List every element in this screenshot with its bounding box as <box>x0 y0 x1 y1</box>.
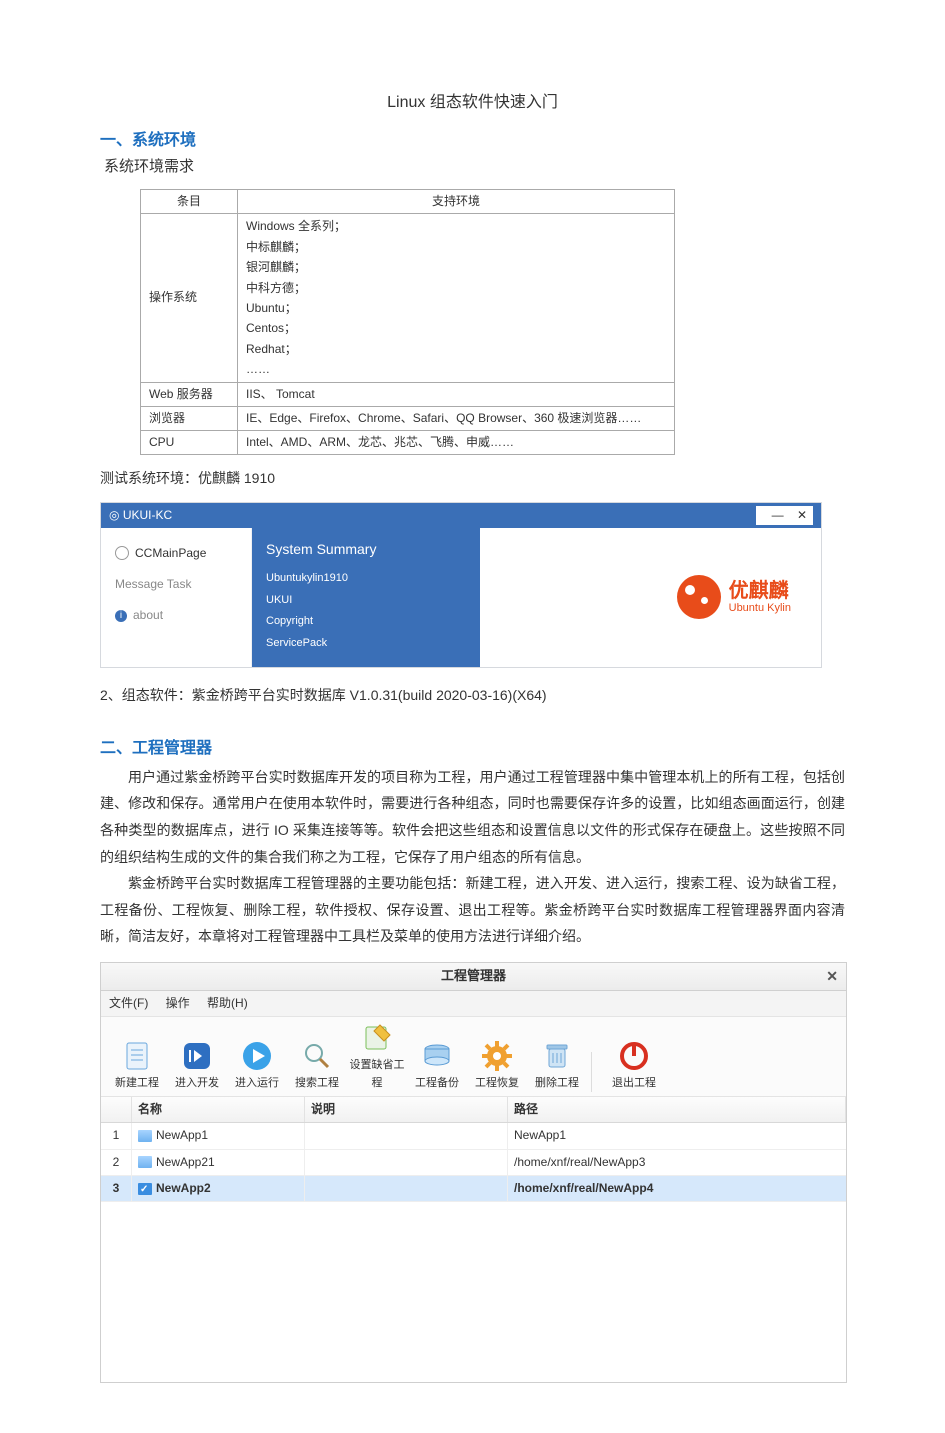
play-icon <box>240 1039 274 1073</box>
trash-icon <box>540 1039 574 1073</box>
section-1-header: 一、系统环境 <box>100 128 845 154</box>
restore-project-button[interactable]: 工程恢复 <box>467 1039 527 1093</box>
folder-icon <box>138 1130 152 1142</box>
sidebar-item-mainpage[interactable]: CCMainPage <box>101 538 251 569</box>
software-version-line: 2、组态软件：紫金桥跨平台实时数据库 V1.0.31(build 2020-03… <box>100 682 845 709</box>
sidebar-item-message-task[interactable]: Message Task <box>101 569 251 600</box>
page-title: Linux 组态软件快速入门 <box>100 90 845 116</box>
section-1-subtitle: 系统环境需求 <box>104 155 845 179</box>
dev-arrow-icon <box>180 1039 214 1073</box>
pm-toolbar: 新建工程 进入开发 进入运行 搜索工程 <box>101 1017 846 1097</box>
window-controls: — ✕ <box>756 506 813 525</box>
edit-document-icon <box>360 1021 394 1055</box>
search-icon <box>300 1039 334 1073</box>
pm-menubar: 文件(F) 操作 帮助(H) <box>101 991 846 1017</box>
ukui-title: UKUI-KC <box>123 508 172 522</box>
pm-title: 工程管理器 <box>441 968 506 983</box>
info-icon: i <box>115 610 127 622</box>
section-2-header: 二、工程管理器 <box>100 736 845 762</box>
close-icon[interactable]: ✕ <box>797 508 807 522</box>
ukui-content-panel: System Summary Ubuntukylin1910 UKUI Copy… <box>252 528 480 667</box>
check-icon <box>138 1183 152 1195</box>
pm-th-name[interactable]: 名称 <box>132 1097 305 1122</box>
delete-project-button[interactable]: 删除工程 <box>527 1039 587 1093</box>
req-cpu-label: CPU <box>141 430 238 454</box>
kylin-logo-en: Ubuntu Kylin <box>729 602 791 614</box>
req-web-value: IIS、 Tomcat <box>238 382 675 406</box>
pm-th-path[interactable]: 路径 <box>508 1097 846 1122</box>
enter-run-button[interactable]: 进入运行 <box>227 1039 287 1093</box>
section-2-para-1: 用户通过紫金桥跨平台实时数据库开发的项目称为工程，用户通过工程管理器中集中管理本… <box>100 764 845 870</box>
backup-icon <box>420 1039 454 1073</box>
close-icon[interactable]: ✕ <box>826 965 838 987</box>
pm-table-header: 名称 说明 路径 <box>101 1097 846 1123</box>
summary-desktop: UKUI <box>266 592 466 610</box>
enter-dev-button[interactable]: 进入开发 <box>167 1039 227 1093</box>
minimize-icon[interactable]: — <box>772 508 784 522</box>
ukui-logo-area: 优麒麟 Ubuntu Kylin <box>480 528 821 667</box>
req-cpu-value: Intel、AMD、ARM、龙芯、兆芯、飞腾、申威…… <box>238 430 675 454</box>
menu-help[interactable]: 帮助(H) <box>207 996 248 1010</box>
requirements-table: 条目 支持环境 操作系统 Windows 全系列； 中标麒麟； 银河麒麟； 中科… <box>140 189 675 455</box>
sidebar-item-about[interactable]: i about <box>101 600 251 631</box>
pm-empty-area <box>101 1202 846 1382</box>
kylin-logo-cn: 优麒麟 <box>729 580 791 602</box>
ukui-titlebar: ◎ UKUI-KC — ✕ <box>101 503 821 528</box>
section-2-para-2: 紫金桥跨平台实时数据库工程管理器的主要功能包括：新建工程，进入开发、进入运行，搜… <box>100 870 845 950</box>
test-env-line: 测试系统环境：优麒麟 1910 <box>100 465 845 492</box>
pm-th-desc[interactable]: 说明 <box>305 1097 508 1122</box>
exit-project-button[interactable]: 退出工程 <box>604 1039 664 1093</box>
toolbar-separator <box>591 1052 592 1092</box>
pm-titlebar: 工程管理器 ✕ <box>101 963 846 991</box>
gear-icon <box>480 1039 514 1073</box>
ubuntu-kylin-logo: 优麒麟 Ubuntu Kylin <box>677 575 791 619</box>
req-browser-label: 浏览器 <box>141 406 238 430</box>
req-th-item: 条目 <box>141 190 238 214</box>
req-browser-value: IE、Edge、Firefox、Chrome、Safari、QQ Browser… <box>238 406 675 430</box>
power-icon <box>617 1039 651 1073</box>
project-manager-window: 工程管理器 ✕ 文件(F) 操作 帮助(H) 新建工程 进入开发 <box>100 962 847 1383</box>
summary-servicepack: ServicePack <box>266 635 466 653</box>
kylin-circle-icon <box>677 575 721 619</box>
ukui-sidebar: CCMainPage Message Task i about <box>101 528 252 667</box>
menu-operation[interactable]: 操作 <box>166 996 190 1010</box>
table-row[interactable]: 1 NewApp1 NewApp1 <box>101 1123 846 1149</box>
circle-icon <box>115 546 129 560</box>
req-os-values: Windows 全系列； 中标麒麟； 银河麒麟； 中科方德； Ubuntu； C… <box>238 214 675 382</box>
document-page: Linux 组态软件快速入门 一、系统环境 系统环境需求 条目 支持环境 操作系… <box>0 0 945 1433</box>
req-os-label: 操作系统 <box>141 214 238 382</box>
system-summary-title: System Summary <box>266 538 466 560</box>
set-default-button[interactable]: 设置缺省工程 <box>347 1021 407 1092</box>
backup-project-button[interactable]: 工程备份 <box>407 1039 467 1093</box>
req-th-env: 支持环境 <box>238 190 675 214</box>
document-icon <box>120 1039 154 1073</box>
summary-copyright: Copyright <box>266 613 466 631</box>
folder-icon <box>138 1156 152 1168</box>
summary-os: Ubuntukylin1910 <box>266 570 466 588</box>
new-project-button[interactable]: 新建工程 <box>107 1039 167 1093</box>
table-row[interactable]: 3 NewApp2 /home/xnf/real/NewApp4 <box>101 1176 846 1202</box>
table-row[interactable]: 2 NewApp21 /home/xnf/real/NewApp3 <box>101 1150 846 1176</box>
menu-file[interactable]: 文件(F) <box>109 996 148 1010</box>
ukui-window: ◎ UKUI-KC — ✕ CCMainPage Message Task i … <box>100 502 822 668</box>
req-web-label: Web 服务器 <box>141 382 238 406</box>
search-project-button[interactable]: 搜索工程 <box>287 1039 347 1093</box>
